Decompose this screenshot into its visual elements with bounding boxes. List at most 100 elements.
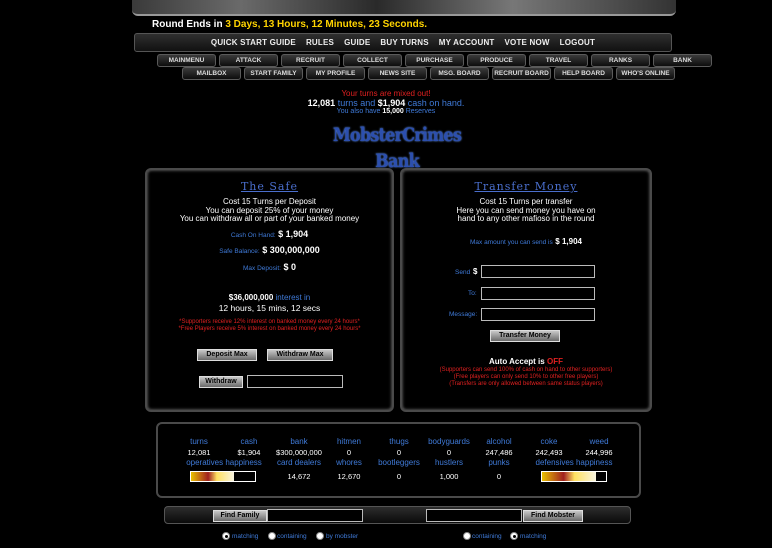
reserves-line: You also have 15,000 Reserves bbox=[0, 108, 772, 115]
tab-start-family[interactable]: START FAMILY bbox=[244, 67, 303, 80]
tab-recruit-board[interactable]: RECRUIT BOARD bbox=[492, 67, 551, 80]
nav-buy-turns[interactable]: BUY TURNS bbox=[380, 38, 428, 47]
tab-purchase[interactable]: PURCHASE bbox=[405, 54, 464, 67]
top-nav: QUICK START GUIDE RULES GUIDE BUY TURNS … bbox=[134, 33, 672, 52]
stat-value: 0 bbox=[396, 448, 402, 457]
tab-whos-online[interactable]: WHO'S ONLINE bbox=[616, 67, 675, 80]
tab-collect[interactable]: COLLECT bbox=[343, 54, 402, 67]
operatives-happiness-fill bbox=[191, 472, 234, 481]
tab-attack[interactable]: ATTACK bbox=[219, 54, 278, 67]
tab-mailbox[interactable]: MAILBOX bbox=[182, 67, 241, 80]
nav-guide[interactable]: GUIDE bbox=[344, 38, 370, 47]
transfer-title: Transfer Money bbox=[474, 180, 578, 193]
stat-value: 247,486 bbox=[485, 448, 513, 457]
tab-mainmenu[interactable]: MAINMENU bbox=[157, 54, 216, 67]
reserves-label: Reserves bbox=[405, 108, 436, 115]
find-family-input[interactable] bbox=[267, 509, 363, 522]
max-send-row: Max amount you can send is $ 1,904 bbox=[402, 236, 650, 246]
find-family-button[interactable]: Find Family bbox=[213, 510, 267, 522]
stat-value: 1,000 bbox=[439, 472, 459, 481]
mobster-radio-containing[interactable] bbox=[463, 532, 471, 540]
send-amount-input[interactable] bbox=[481, 265, 595, 278]
stats-headers-1: turns cash bank hitmen thugs bodyguards … bbox=[174, 437, 624, 446]
top-banner bbox=[132, 0, 676, 16]
stat-header: defensives happiness bbox=[535, 458, 613, 467]
stat-value: 0 bbox=[496, 472, 502, 481]
supporters-interest-note: *Supporters receive 12% interest on bank… bbox=[179, 319, 360, 325]
stat-value: 0 bbox=[346, 448, 352, 457]
transfer-note-3: (Transfers are only allowed between same… bbox=[449, 381, 603, 387]
stat-value: 12,670 bbox=[337, 472, 361, 481]
transfer-money-button[interactable]: Transfer Money bbox=[490, 330, 560, 342]
find-mobster-input[interactable] bbox=[426, 509, 522, 522]
tab-ranks[interactable]: RANKS bbox=[591, 54, 650, 67]
auto-accept-value: OFF bbox=[546, 357, 563, 366]
safe-cost: Cost 15 Turns per Deposit bbox=[223, 197, 316, 206]
mobster-radio-label: matching bbox=[520, 533, 547, 540]
bank-title: MobsterCrimes Bank bbox=[332, 124, 462, 172]
family-radio-containing[interactable] bbox=[268, 532, 276, 540]
stat-header: bootleggers bbox=[378, 458, 420, 467]
tab-row-main: MAINMENU ATTACK RECRUIT COLLECT PURCHASE… bbox=[157, 54, 712, 67]
withdraw-max-button[interactable]: Withdraw Max bbox=[267, 349, 333, 361]
tab-produce[interactable]: PRODUCE bbox=[467, 54, 526, 67]
to-label: To: bbox=[468, 290, 477, 297]
tab-help-board[interactable]: HELP BOARD bbox=[554, 67, 613, 80]
stat-header: weed bbox=[589, 437, 609, 446]
send-label: Send bbox=[455, 269, 471, 276]
family-radio-matching[interactable] bbox=[222, 532, 230, 540]
stats-headers-2: operatives happiness card dealers whores… bbox=[174, 458, 624, 467]
withdraw-button[interactable]: Withdraw bbox=[199, 376, 243, 388]
interest-row: $36,000,000 interest in bbox=[147, 293, 392, 302]
cash-on-hand-value: $ 1,904 bbox=[278, 229, 309, 239]
interest-timer: 12 hours, 15 mins, 12 secs bbox=[218, 303, 321, 313]
nav-quick-start-guide[interactable]: QUICK START GUIDE bbox=[211, 38, 296, 47]
stat-header: hustlers bbox=[434, 458, 463, 467]
stat-header: bodyguards bbox=[428, 437, 470, 446]
message-input[interactable] bbox=[481, 308, 595, 321]
tab-news-site[interactable]: NEWS SITE bbox=[368, 67, 427, 80]
stat-header: alcohol bbox=[486, 437, 512, 446]
nav-logout[interactable]: LOGOUT bbox=[560, 38, 595, 47]
tab-msg-board[interactable]: MSG. BOARD bbox=[430, 67, 489, 80]
family-radio-by-mobster[interactable] bbox=[316, 532, 324, 540]
stat-value: 12,081 bbox=[187, 448, 211, 457]
tab-my-profile[interactable]: MY PROFILE bbox=[306, 67, 365, 80]
auto-accept-row: Auto Accept is OFF bbox=[402, 357, 650, 366]
tab-bank[interactable]: BANK bbox=[653, 54, 712, 67]
cash-on-hand-label: Cash On Hand: bbox=[230, 232, 276, 239]
round-timer: Round Ends in 3 Days, 13 Hours, 12 Minut… bbox=[152, 19, 427, 30]
family-radio-label: containing bbox=[277, 533, 307, 540]
safe-balance-label: Safe Balance: bbox=[219, 248, 260, 255]
mobster-radio-matching[interactable] bbox=[510, 532, 518, 540]
nav-vote-now[interactable]: VOTE NOW bbox=[505, 38, 550, 47]
nav-my-account[interactable]: MY ACCOUNT bbox=[439, 38, 495, 47]
deposit-max-button[interactable]: Deposit Max bbox=[197, 349, 257, 361]
max-send-value: $ 1,904 bbox=[555, 237, 582, 246]
turns-and-label: turns and bbox=[337, 98, 376, 108]
to-input[interactable] bbox=[481, 287, 595, 300]
safe-withdraw-info: You can withdraw all or part of your ban… bbox=[179, 214, 360, 223]
stat-header: hitmen bbox=[336, 437, 361, 446]
cash-on-hand-row: Cash On Hand: $ 1,904 bbox=[147, 229, 392, 239]
transfer-note-1: (Supporters can send 100% of cash on han… bbox=[439, 367, 613, 373]
operatives-happiness-bar bbox=[190, 471, 256, 482]
mobster-radio-label: containing bbox=[472, 533, 502, 540]
tab-recruit[interactable]: RECRUIT bbox=[281, 54, 340, 67]
interest-amount: $36,000,000 bbox=[228, 293, 274, 302]
stat-header: card dealers bbox=[276, 458, 322, 467]
message-label: Message: bbox=[449, 311, 478, 318]
transfer-info-2: hand to any other mafioso in the round bbox=[457, 214, 595, 223]
safe-balance-row: Safe Balance: $ 300,000,000 bbox=[147, 245, 392, 255]
stat-header: thugs bbox=[389, 437, 409, 446]
turns-value: 12,081 bbox=[307, 98, 336, 108]
free-interest-note: *Free Players receive 5% interest on ban… bbox=[178, 326, 361, 332]
stat-value: 0 bbox=[396, 472, 402, 481]
withdraw-amount-input[interactable] bbox=[247, 375, 343, 388]
interest-in-label: interest in bbox=[275, 293, 311, 302]
stat-value: 0 bbox=[446, 448, 452, 457]
tab-travel[interactable]: TRAVEL bbox=[529, 54, 588, 67]
find-mobster-button[interactable]: Find Mobster bbox=[523, 510, 583, 522]
nav-rules[interactable]: RULES bbox=[306, 38, 334, 47]
stat-value: $1,904 bbox=[237, 448, 261, 457]
